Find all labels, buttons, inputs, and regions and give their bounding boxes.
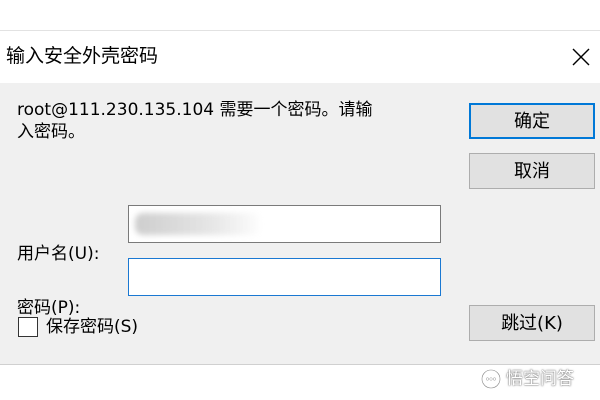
username-label: 用户名(U): <box>17 244 100 264</box>
chat-bubble-icon <box>481 369 501 389</box>
skip-button[interactable]: 跳过(K) <box>469 305 595 341</box>
background-strip <box>0 0 600 30</box>
watermark: 悟空问答 <box>480 367 574 391</box>
prompt-message: root@111.230.135.104 需要一个密码。请输 入密码。 <box>17 99 437 143</box>
close-button[interactable] <box>562 37 600 77</box>
watermark-text: 悟空问答 <box>506 369 574 389</box>
screenshot-page: 输入安全外壳密码 root@111.230.135.104 需要一个密码。请输 … <box>0 0 600 400</box>
password-input[interactable] <box>128 258 441 296</box>
prompt-line-2: 入密码。 <box>17 122 85 142</box>
username-input[interactable] <box>128 205 441 243</box>
dialog-titlebar: 输入安全外壳密码 <box>0 31 600 83</box>
save-password-label[interactable]: 保存密码(S) <box>46 316 138 338</box>
ok-button[interactable]: 确定 <box>469 103 595 139</box>
save-password-checkbox[interactable] <box>18 317 38 337</box>
close-icon <box>572 48 590 66</box>
password-dialog: 输入安全外壳密码 root@111.230.135.104 需要一个密码。请输 … <box>0 30 600 365</box>
dialog-title: 输入安全外壳密码 <box>6 45 159 67</box>
cancel-button[interactable]: 取消 <box>469 153 595 189</box>
prompt-line-1: root@111.230.135.104 需要一个密码。请输 <box>17 100 373 120</box>
